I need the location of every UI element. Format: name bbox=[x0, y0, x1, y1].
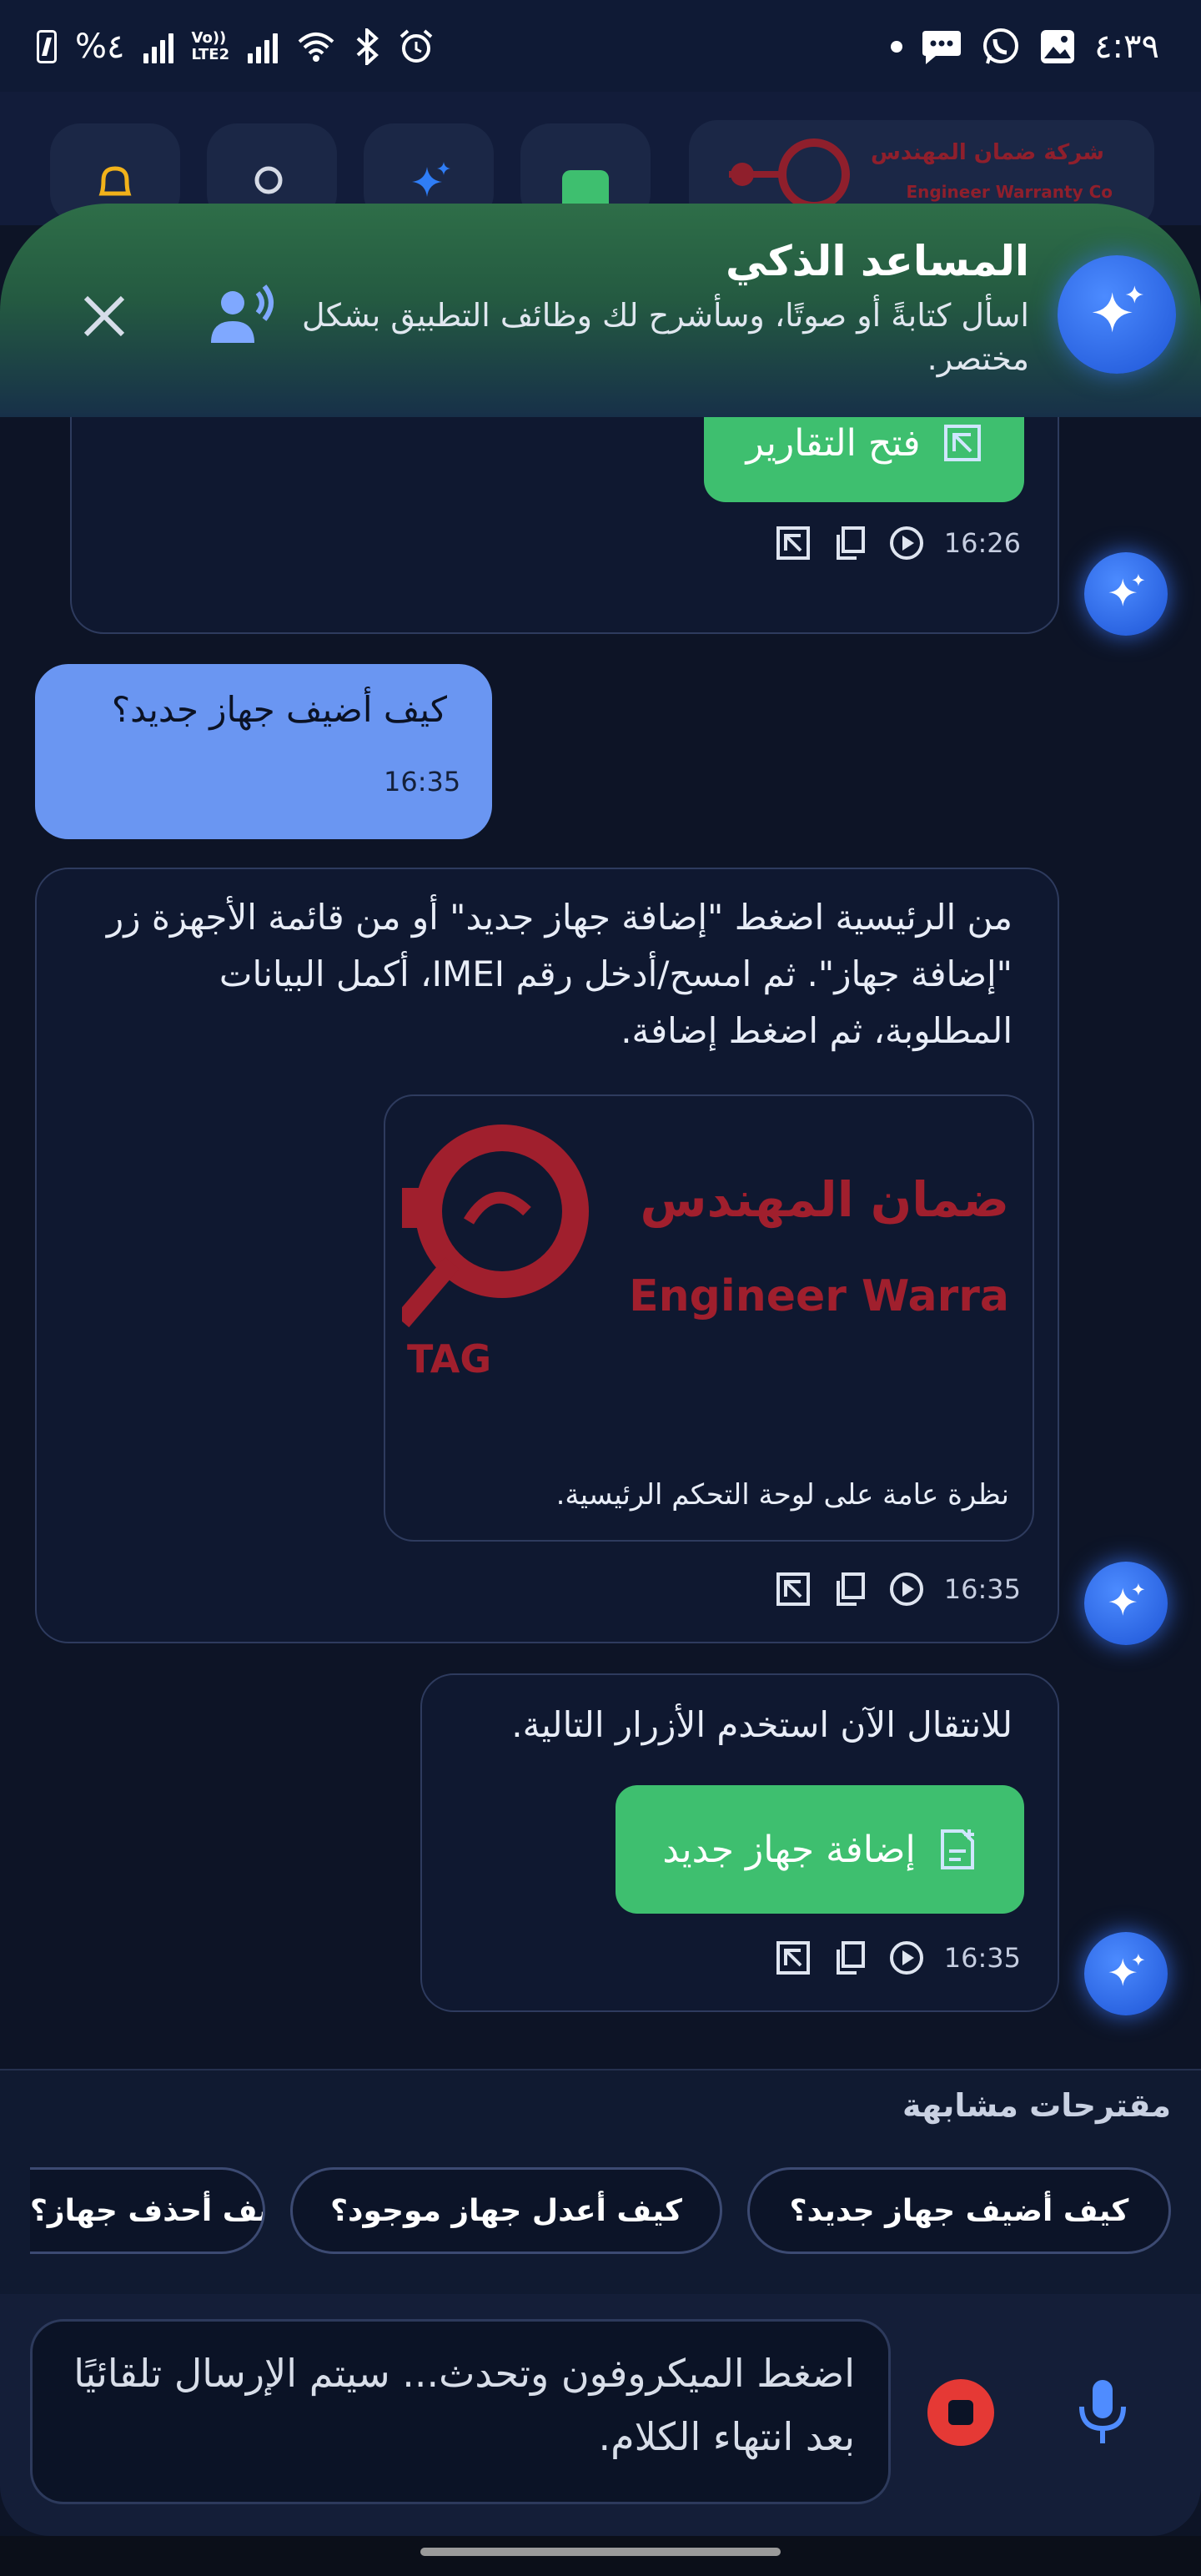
bell-icon bbox=[98, 166, 132, 196]
close-icon bbox=[83, 295, 125, 337]
copy-icon[interactable] bbox=[831, 1570, 869, 1608]
dot-icon bbox=[891, 41, 903, 53]
play-icon[interactable] bbox=[887, 1570, 926, 1608]
battery-percent: %٤ bbox=[75, 28, 125, 66]
sparkle-icon bbox=[412, 162, 450, 197]
message-input[interactable]: اضغط الميكروفون وتحدث... سيتم الإرسال تل… bbox=[30, 2319, 891, 2504]
whatsapp-icon bbox=[983, 28, 1019, 64]
signal-icon bbox=[143, 30, 173, 63]
sparkle-icon bbox=[1108, 1582, 1145, 1616]
message-meta: 16:35 bbox=[774, 1939, 1021, 1977]
message-meta: 16:26 bbox=[774, 524, 1021, 562]
network-label: Vo)) LTE2 bbox=[191, 29, 230, 63]
brand-name-en: Engineer Warranty Co bbox=[906, 182, 1113, 202]
suggestion-chip-label: كيف أحذف جهاز؟ bbox=[30, 2193, 265, 2228]
battery-icon bbox=[37, 30, 57, 63]
bot-message-reports: فتح التقارير 16:26 bbox=[70, 384, 1059, 634]
assistant-subtitle: اسأل كتابةً أو صوتًا، وسأشرح لك وظائف ال… bbox=[302, 297, 1029, 377]
add-device-label: إضافة جهاز جديد bbox=[662, 1828, 916, 1871]
status-bar: %٤ Vo)) LTE2 ٤:٣٩ bbox=[0, 0, 1201, 92]
logo-text-en: Engineer Warra bbox=[629, 1271, 1009, 1321]
user-message-text: كيف أضيف جهاز جديد؟ bbox=[111, 689, 447, 730]
answer-text: من الرئيسية اضغط "إضافة جهاز جديد" أو من… bbox=[106, 897, 1013, 1051]
status-right: ٤:٣٩ bbox=[891, 22, 1159, 72]
user-message: كيف أضيف جهاز جديد؟ 16:35 bbox=[35, 664, 492, 839]
assistant-avatar bbox=[1058, 255, 1176, 374]
clock: ٤:٣٩ bbox=[1094, 28, 1159, 66]
bot-message-answer: من الرئيسية اضغط "إضافة جهاز جديد" أو من… bbox=[35, 868, 1059, 1643]
play-icon[interactable] bbox=[887, 1939, 926, 1977]
gallery-icon bbox=[1041, 30, 1075, 63]
add-device-button[interactable]: إضافة جهاز جديد bbox=[616, 1785, 1024, 1914]
play-icon[interactable] bbox=[887, 524, 926, 562]
suggestions-title: مقترحات مشابهة bbox=[902, 2087, 1171, 2124]
bot-avatar bbox=[1084, 1562, 1168, 1645]
assistant-header: المساعد الذكي اسأل كتابةً أو صوتًا، وسأش… bbox=[0, 204, 1201, 417]
voice-icon bbox=[211, 284, 274, 343]
system-nav-bar bbox=[0, 2536, 1201, 2576]
close-button[interactable] bbox=[67, 279, 142, 354]
stop-recording-button[interactable] bbox=[927, 2379, 994, 2446]
open-external-icon[interactable] bbox=[774, 1570, 812, 1608]
assistant-title: المساعد الذكي bbox=[726, 237, 1029, 285]
suggestion-chip[interactable]: كيف أضيف جهاز جديد؟ bbox=[747, 2167, 1171, 2254]
status-left: %٤ Vo)) LTE2 bbox=[37, 22, 435, 72]
suggestions-panel: مقترحات مشابهة كيف أضيف جهاز جديد؟ كيف أ… bbox=[0, 2069, 1201, 2294]
message-icon bbox=[922, 31, 962, 64]
message-time: 16:35 bbox=[943, 1573, 1021, 1605]
sparkle-icon bbox=[1092, 285, 1143, 333]
bot-avatar bbox=[1084, 1932, 1168, 2015]
search-icon bbox=[254, 166, 283, 194]
suggestion-chip[interactable]: كيف أعدل جهاز موجود؟ bbox=[290, 2167, 722, 2254]
home-indicator[interactable] bbox=[420, 2548, 781, 2556]
signal-icon bbox=[248, 30, 279, 63]
voice-mode-button[interactable] bbox=[200, 279, 284, 354]
open-external-icon bbox=[943, 425, 981, 461]
copy-icon[interactable] bbox=[831, 524, 869, 562]
message-time: 16:26 bbox=[943, 527, 1021, 559]
bot-message-navigate: للانتقال الآن استخدم الأزرار التالية. إض… bbox=[420, 1673, 1059, 2012]
open-reports-label: فتح التقارير bbox=[746, 421, 921, 465]
logo-tag: TAG bbox=[407, 1336, 492, 1381]
suggestion-chip[interactable]: كيف أحذف جهاز؟ bbox=[30, 2167, 265, 2254]
bluetooth-icon bbox=[356, 28, 379, 65]
sparkle-icon bbox=[1108, 1953, 1145, 1986]
input-bar: اضغط الميكروفون وتحدث... سيتم الإرسال تل… bbox=[0, 2294, 1201, 2536]
sparkle-icon bbox=[1108, 573, 1145, 606]
navigate-text: للانتقال الآن استخدم الأزرار التالية. bbox=[511, 1704, 1013, 1745]
image-caption: نظرة عامة على لوحة التحكم الرئيسية. bbox=[555, 1478, 1009, 1512]
microphone-button[interactable] bbox=[1069, 2374, 1136, 2449]
chat-area[interactable]: فتح التقارير 16:26 كيف أضيف جهاز جديد؟ 1… bbox=[0, 384, 1201, 2069]
copy-icon[interactable] bbox=[831, 1939, 869, 1977]
open-external-icon[interactable] bbox=[774, 1939, 812, 1977]
dashboard-preview-image[interactable]: ضمان المهندس Engineer Warra TAG نظرة عام… bbox=[384, 1094, 1034, 1542]
message-time: 16:35 bbox=[384, 766, 461, 797]
open-external-icon[interactable] bbox=[774, 524, 812, 562]
brand-name-ar: شركة ضمان المهندس bbox=[870, 140, 1104, 165]
logo-text-ar: ضمان المهندس bbox=[640, 1171, 1009, 1228]
wifi-icon bbox=[298, 33, 334, 62]
bot-avatar bbox=[1084, 552, 1168, 636]
alarm-icon bbox=[399, 29, 433, 63]
message-meta: 16:35 bbox=[774, 1570, 1021, 1608]
stop-icon bbox=[948, 2400, 973, 2425]
message-time: 16:35 bbox=[943, 1942, 1021, 1974]
add-document-icon bbox=[940, 1829, 974, 1869]
microphone-icon bbox=[1079, 2380, 1126, 2443]
